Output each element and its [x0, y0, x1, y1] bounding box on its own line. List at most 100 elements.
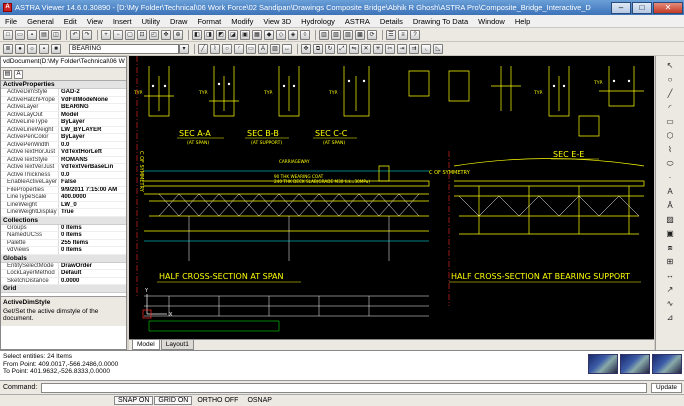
minimize-button[interactable]: – [611, 1, 631, 14]
spline-icon[interactable]: ∿ [665, 298, 676, 309]
menu-hydrology[interactable]: Hydrology [296, 17, 340, 26]
property-value[interactable]: 9/9/2011 7:15:00 AM [59, 187, 126, 194]
menu-general[interactable]: General [22, 17, 59, 26]
close-button[interactable]: ✕ [653, 1, 683, 14]
property-row[interactable]: ActiveLayer BEARING [1, 104, 126, 112]
document-selector[interactable]: vdDocument(D:\My Folder\Technical\06 W [1, 57, 126, 68]
render-wire-icon[interactable]: ▥ [319, 29, 329, 40]
property-category[interactable]: Grid [1, 285, 126, 293]
copy-icon[interactable]: ⧉ [313, 43, 323, 54]
layer-freeze-icon[interactable]: ☼ [27, 43, 37, 54]
property-category[interactable]: Globals [1, 254, 126, 263]
redo-icon[interactable]: ↷ [82, 29, 92, 40]
rectangle-icon[interactable]: ▭ [246, 43, 256, 54]
new-file-icon[interactable]: □ [3, 29, 13, 40]
property-value[interactable]: ROMANS [59, 157, 126, 164]
text-icon[interactable]: A [665, 186, 676, 197]
alphabetical-icon[interactable]: A [14, 69, 23, 79]
rectangle-icon[interactable]: ▭ [665, 116, 676, 127]
zoom-window-icon[interactable]: ▢ [125, 29, 135, 40]
property-value[interactable]: 0.0000 [59, 278, 126, 285]
menu-details[interactable]: Details [375, 17, 408, 26]
thumbnail-image[interactable] [652, 354, 682, 374]
thumbnail-image[interactable] [588, 354, 618, 374]
circle-icon[interactable]: ○ [665, 74, 676, 85]
menu-draw[interactable]: Draw [165, 17, 193, 26]
view-right-icon[interactable]: ◪ [228, 29, 238, 40]
save-icon[interactable]: ▪ [27, 29, 37, 40]
pan-icon[interactable]: ✥ [161, 29, 171, 40]
view-iso-ne-icon[interactable]: ◈ [288, 29, 298, 40]
move-icon[interactable]: ✥ [301, 43, 311, 54]
view-bottom-icon[interactable]: ◨ [204, 29, 214, 40]
property-value[interactable]: 0 Items [59, 225, 126, 232]
property-row[interactable]: LineWeightDisplay True [1, 209, 126, 217]
property-row[interactable]: ActiveTextHorJust VdTextHorLeft [1, 149, 126, 157]
property-value[interactable]: 0 Items [59, 232, 126, 239]
menu-window[interactable]: Window [473, 17, 510, 26]
command-input[interactable] [41, 382, 648, 393]
render-hide-icon[interactable]: ▧ [331, 29, 341, 40]
layer-on-icon[interactable]: ● [15, 43, 25, 54]
property-value[interactable]: Model [59, 112, 126, 119]
property-row[interactable]: ActiveDimStyle GAD-2 [1, 89, 126, 97]
view-iso-se-icon[interactable]: ◇ [276, 29, 286, 40]
property-value[interactable]: False [59, 179, 126, 186]
property-value[interactable]: 400.0000 [59, 194, 126, 201]
polyline-icon[interactable]: ⌇ [665, 144, 676, 155]
osnap-toggle[interactable]: OSNAP [243, 396, 276, 405]
property-value[interactable]: 0.0 [59, 172, 126, 179]
offset-icon[interactable]: ⇉ [409, 43, 419, 54]
property-row[interactable]: EnableActiveLayer False [1, 179, 126, 187]
menu-help[interactable]: Help [510, 17, 535, 26]
property-value[interactable]: VdTextHorLeft [59, 149, 126, 156]
measure-icon[interactable]: ⊿ [665, 312, 676, 323]
property-value[interactable]: ByLayer [59, 134, 126, 141]
hatch-icon[interactable]: ▨ [270, 43, 280, 54]
menu-astra[interactable]: ASTRA [340, 17, 375, 26]
text-icon[interactable]: A [258, 43, 268, 54]
property-value[interactable]: LW_BYLAYER [59, 127, 126, 134]
zoom-previous-icon[interactable]: ◰ [149, 29, 159, 40]
property-value[interactable]: BEARING [59, 104, 126, 111]
cad-drawing[interactable]: TYP. TYP. TYP. TYP. TYP. TYP. SEC A-A SE… [129, 56, 654, 339]
mirror-icon[interactable]: ⇋ [349, 43, 359, 54]
property-row[interactable]: LineTypeScale 400.0000 [1, 194, 126, 202]
tab-layout1[interactable]: Layout1 [160, 340, 194, 350]
chamfer-icon[interactable]: ◺ [433, 43, 443, 54]
circle-icon[interactable]: ○ [222, 43, 232, 54]
property-row[interactable]: ActivePenWidth 0.0 [1, 141, 126, 149]
property-row[interactable]: ActiveLineWeight LW_BYLAYER [1, 126, 126, 134]
view-back-icon[interactable]: ▦ [252, 29, 262, 40]
view-front-icon[interactable]: ▣ [240, 29, 250, 40]
grid-toggle[interactable]: GRID ON [154, 396, 193, 405]
property-value[interactable]: 255 Items [59, 240, 126, 247]
property-value[interactable]: 0.0 [59, 142, 126, 149]
polygon-icon[interactable]: ⬡ [665, 130, 676, 141]
menu-modify[interactable]: Modify [226, 17, 258, 26]
dimension-icon[interactable]: ↔ [665, 270, 676, 281]
rotate-icon[interactable]: ↻ [325, 43, 335, 54]
layers-icon[interactable]: ≡ [398, 29, 408, 40]
property-row[interactable]: vdViews 0 Items [1, 247, 126, 255]
scale-icon[interactable]: ⤢ [337, 43, 347, 54]
line-icon[interactable]: ╱ [198, 43, 208, 54]
menu-insert[interactable]: Insert [108, 17, 137, 26]
zoom-out-icon[interactable]: − [113, 29, 123, 40]
property-value[interactable]: 0 Items [59, 247, 126, 254]
layer-dropdown[interactable]: BEARING [69, 43, 179, 54]
polyline-icon[interactable]: ⌇ [210, 43, 220, 54]
property-value[interactable]: VdFillModeNone [59, 97, 126, 104]
property-row[interactable]: EntitySelectMode DrawOrder [1, 262, 126, 270]
property-row[interactable]: LineWeight LW_0 [1, 201, 126, 209]
property-row[interactable]: SketchDistance 0.0000 [1, 277, 126, 285]
line-icon[interactable]: ╱ [665, 88, 676, 99]
menu-view[interactable]: View [82, 17, 108, 26]
zoom-in-icon[interactable]: + [101, 29, 111, 40]
print-icon[interactable]: ▤ [39, 29, 49, 40]
view-iso-sw-icon[interactable]: ◆ [264, 29, 274, 40]
chevron-down-icon[interactable]: ▾ [179, 43, 189, 54]
menu-file[interactable]: File [0, 17, 22, 26]
hatch-icon[interactable]: ▨ [665, 214, 676, 225]
view-iso-nw-icon[interactable]: ◊ [300, 29, 310, 40]
